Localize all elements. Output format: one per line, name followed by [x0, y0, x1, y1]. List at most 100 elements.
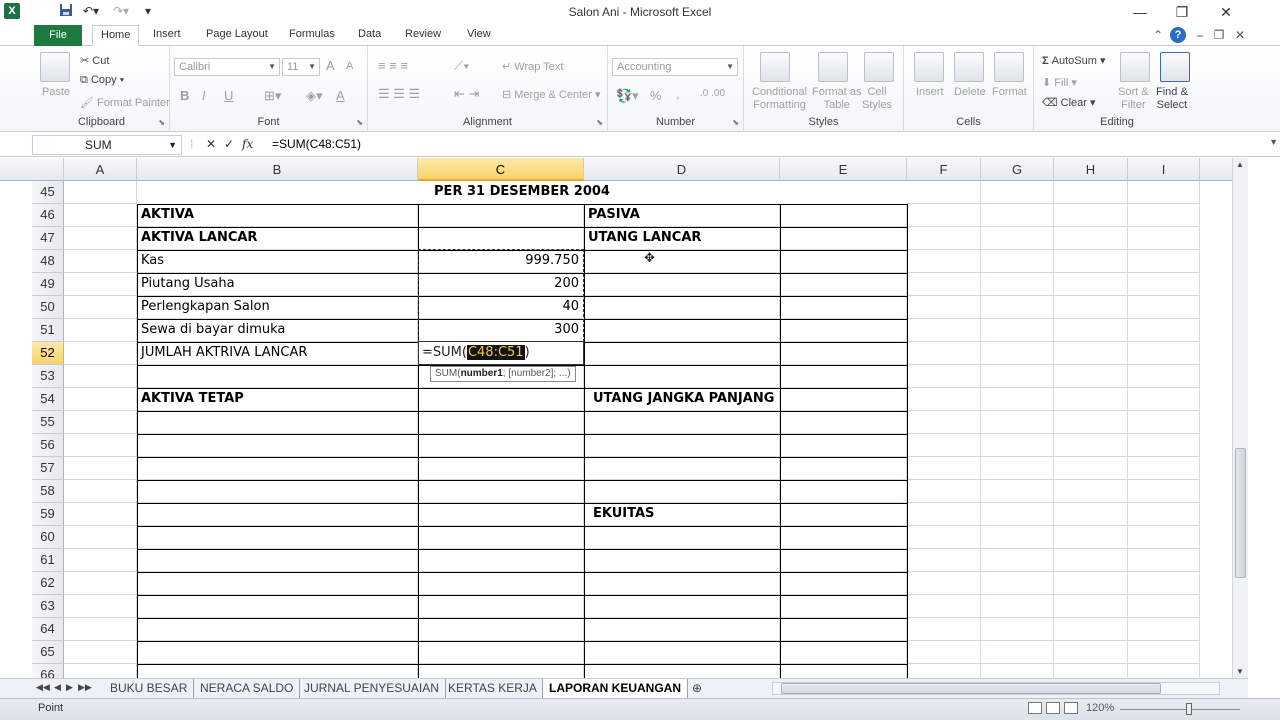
cell-f64[interactable]	[907, 618, 981, 641]
cell-i62[interactable]	[1128, 572, 1200, 595]
cell-styles-button[interactable]: Cell Styles	[862, 86, 892, 112]
cell-e46[interactable]	[780, 204, 907, 227]
cell-c56[interactable]	[418, 434, 584, 457]
cell-f65[interactable]	[907, 641, 981, 664]
cell-g47[interactable]	[981, 227, 1054, 250]
cell-a49[interactable]	[64, 273, 137, 296]
cell-c46[interactable]	[418, 204, 584, 227]
cell-c52-editor[interactable]: =SUM(C48:C51)	[418, 341, 584, 365]
row-header-55[interactable]: 55	[32, 411, 64, 434]
cell-c60[interactable]	[418, 526, 584, 549]
row-header-56[interactable]: 56	[32, 434, 64, 457]
cell-i64[interactable]	[1128, 618, 1200, 641]
cell-a52[interactable]	[64, 342, 137, 365]
row-header-57[interactable]: 57	[32, 457, 64, 480]
cell-d53[interactable]	[584, 365, 780, 388]
row-header-60[interactable]: 60	[32, 526, 64, 549]
cell-d61[interactable]	[584, 549, 780, 572]
cut-button[interactable]: ✂ Cut	[80, 54, 109, 67]
cell-d64[interactable]	[584, 618, 780, 641]
insert-cells-icon[interactable]	[914, 52, 944, 82]
conditional-formatting-button[interactable]: Conditional Formatting	[752, 86, 807, 112]
cell-b56[interactable]	[137, 434, 418, 457]
cell-h54[interactable]	[1054, 388, 1128, 411]
cell-b50[interactable]: Perlengkapan Salon	[137, 296, 418, 319]
currency-icon[interactable]: 💱▾	[616, 88, 639, 104]
tab-insert[interactable]: Insert	[153, 28, 181, 40]
format-as-table-icon[interactable]	[818, 52, 848, 82]
cell-e59[interactable]	[780, 503, 907, 526]
cell-a64[interactable]	[64, 618, 137, 641]
cell-a58[interactable]	[64, 480, 137, 503]
cell-e63[interactable]	[780, 595, 907, 618]
report-title-cell[interactable]: PER 31 DESEMBER 2004	[137, 181, 907, 204]
cell-a55[interactable]	[64, 411, 137, 434]
clear-button[interactable]: ⌫ Clear ▾	[1042, 96, 1096, 109]
sort-filter-button[interactable]: Sort & Filter	[1118, 86, 1149, 112]
cell-h66[interactable]	[1054, 664, 1128, 678]
row-header-49[interactable]: 49	[32, 273, 64, 296]
cell-g62[interactable]	[981, 572, 1054, 595]
cell-c59[interactable]	[418, 503, 584, 526]
cell-g55[interactable]	[981, 411, 1054, 434]
cell-f52[interactable]	[907, 342, 981, 365]
cell-d60[interactable]	[584, 526, 780, 549]
cell-a46[interactable]	[64, 204, 137, 227]
bold-button[interactable]: B	[180, 88, 189, 103]
cell-f49[interactable]	[907, 273, 981, 296]
cell-f61[interactable]	[907, 549, 981, 572]
cell-f50[interactable]	[907, 296, 981, 319]
number-format-select[interactable]: Accounting ▼	[612, 58, 738, 76]
cell-e56[interactable]	[780, 434, 907, 457]
delete-button[interactable]: Delete	[954, 86, 986, 98]
cell-h65[interactable]	[1054, 641, 1128, 664]
cell-b58[interactable]	[137, 480, 418, 503]
insert-sheet-icon[interactable]: ⊕	[686, 679, 708, 698]
comma-button[interactable]: ,	[676, 86, 680, 101]
vertical-scroll-thumb[interactable]	[1235, 448, 1246, 578]
first-sheet-icon[interactable]: ◀◀	[36, 682, 50, 693]
column-header-d[interactable]: D	[584, 158, 780, 181]
row-header-58[interactable]: 58	[32, 480, 64, 503]
font-color-button[interactable]: A	[336, 88, 345, 103]
font-family-select[interactable]: Calibri ▼	[174, 58, 280, 76]
dialog-launcher-icon[interactable]: ⬊	[596, 118, 603, 127]
cell-a60[interactable]	[64, 526, 137, 549]
cell-b57[interactable]	[137, 457, 418, 480]
row-header-45[interactable]: 45	[32, 181, 64, 204]
dialog-launcher-icon[interactable]: ⬊	[732, 118, 739, 127]
cell-e52[interactable]	[780, 342, 907, 365]
grow-font-button[interactable]: A	[326, 58, 335, 73]
font-size-select[interactable]: 11 ▼	[282, 58, 320, 76]
cell-g65[interactable]	[981, 641, 1054, 664]
cell-f51[interactable]	[907, 319, 981, 342]
cell-e57[interactable]	[780, 457, 907, 480]
cell-h58[interactable]	[1054, 480, 1128, 503]
cell-e60[interactable]	[780, 526, 907, 549]
cell-d52[interactable]	[584, 342, 780, 365]
cell-b66[interactable]	[137, 664, 418, 678]
zoom-level[interactable]: 120%	[1086, 702, 1114, 714]
row-header-47[interactable]: 47	[32, 227, 64, 250]
cell-i61[interactable]	[1128, 549, 1200, 572]
cell-e47[interactable]	[780, 227, 907, 250]
cell-i66[interactable]	[1128, 664, 1200, 678]
row-header-63[interactable]: 63	[32, 595, 64, 618]
cell-c65[interactable]	[418, 641, 584, 664]
cell-d63[interactable]	[584, 595, 780, 618]
cell-e50[interactable]	[780, 296, 907, 319]
shrink-font-button[interactable]: A	[346, 60, 353, 72]
next-sheet-icon[interactable]: ▶	[66, 682, 73, 693]
column-header-c[interactable]: C	[418, 158, 584, 181]
cell-d47[interactable]: UTANG LANCAR	[584, 227, 780, 250]
cell-e64[interactable]	[780, 618, 907, 641]
cell-a57[interactable]	[64, 457, 137, 480]
paste-button[interactable]: Paste	[42, 86, 70, 98]
cell-g48[interactable]	[981, 250, 1054, 273]
borders-icon[interactable]: ⊞▾	[264, 88, 281, 104]
row-header-65[interactable]: 65	[32, 641, 64, 664]
cell-c63[interactable]	[418, 595, 584, 618]
cell-i56[interactable]	[1128, 434, 1200, 457]
cell-h51[interactable]	[1054, 319, 1128, 342]
find-select-button[interactable]: Find & Select	[1156, 86, 1188, 112]
